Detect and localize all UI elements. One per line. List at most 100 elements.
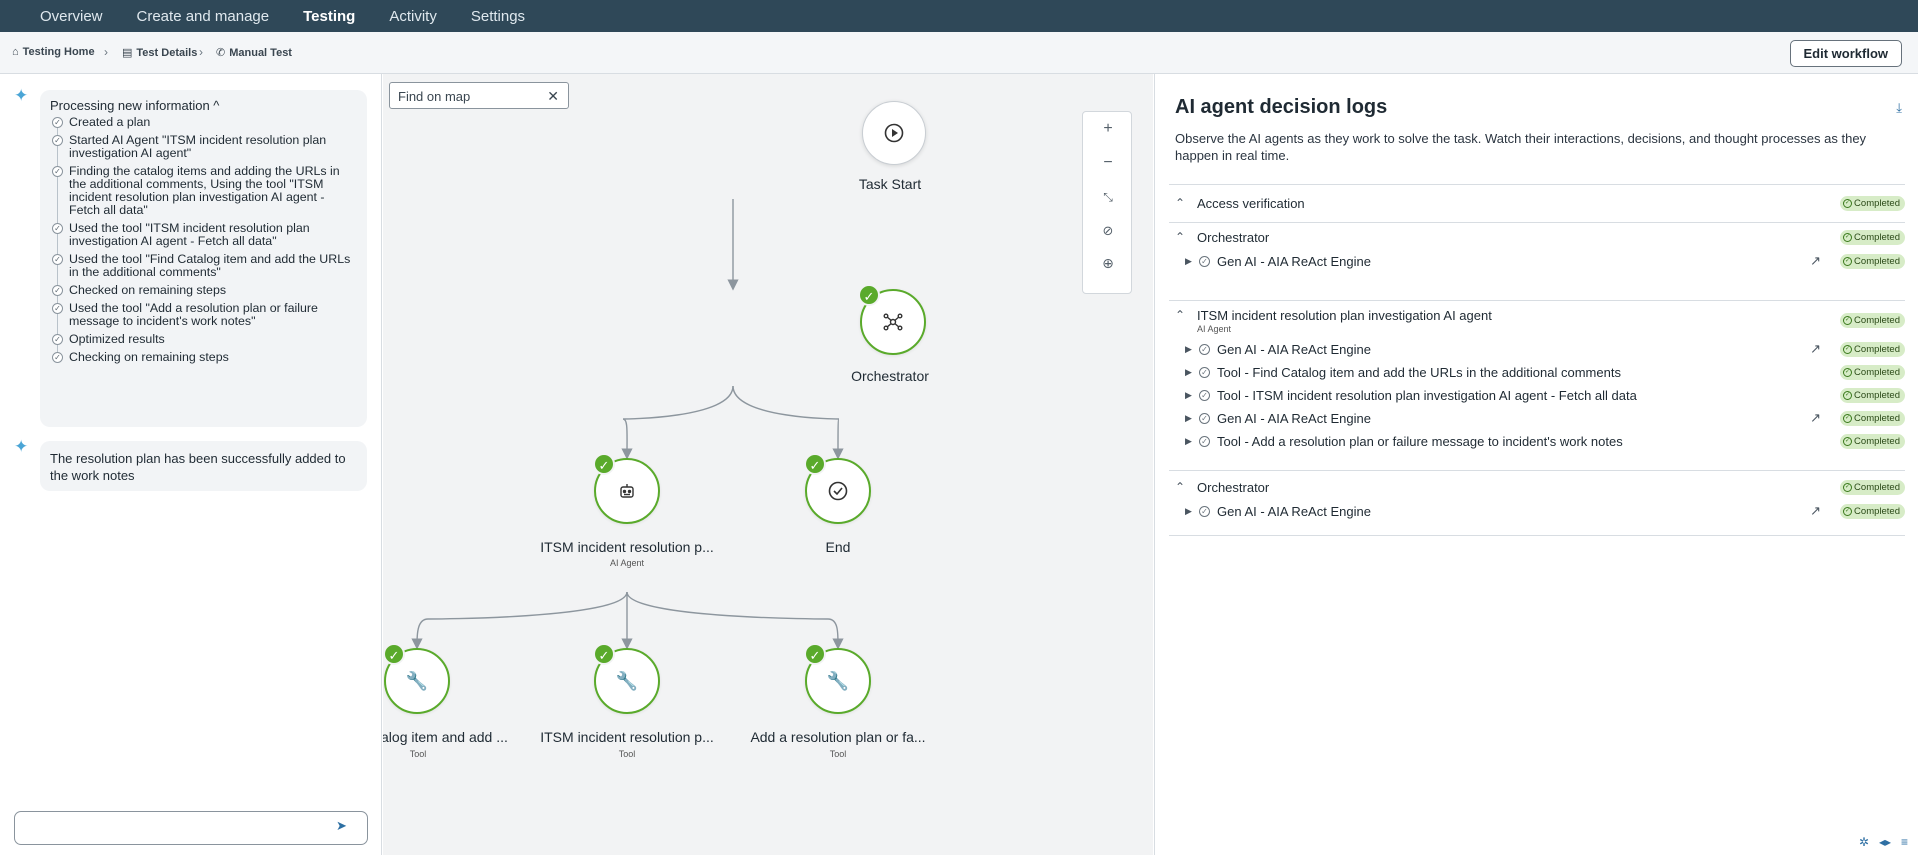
caret-right-icon[interactable]: ▶ [1185,506,1192,517]
breadcrumb-manual-test: ✆ Manual Test [216,46,292,60]
list-item: ✓ Checking on remaining steps [52,351,357,364]
hide-icon[interactable]: ⊘ [1083,223,1133,239]
play-icon [863,102,925,164]
log-row[interactable]: ▶ ✓ Tool - ITSM incident resolution plan… [1169,387,1905,409]
log-row[interactable]: ⌃ Access verification ✓ Completed [1169,195,1905,217]
list-item: ✓ Checked on remaining steps [52,284,357,297]
node-label: Orchestrator [851,368,929,384]
edge-orchestrator-end [732,385,844,460]
zoom-out-icon[interactable]: − [1083,154,1133,172]
log-row[interactable]: ▶ ✓ Gen AI - AIA ReAct Engine ↗ ✓ Complet… [1169,253,1905,275]
list-item: ✓ Created a plan [52,116,357,129]
panel-footer-icons: ✲ ◂▸ ≡ [1859,835,1908,849]
top-nav: Overview Create and manage Testing Activ… [0,0,1918,32]
workflow-map[interactable]: Find on map ✕ + − ⤡ ⊘ ⊕ Task Start ✓ Orc… [383,74,1153,855]
caret-right-icon[interactable]: ▶ [1185,367,1192,378]
node-type-label: Tool [618,749,636,759]
status-badge: ✓ Completed [1840,313,1905,328]
check-circle-icon: ✓ [52,166,63,177]
breadcrumb-testing-home[interactable]: ⌂ Testing Home [12,46,95,58]
chat-panel: ✦ Processing new information ^ ✓ Created … [0,74,382,855]
close-icon[interactable]: ✕ [547,88,559,105]
check-icon: ✓ [1843,391,1853,400]
check-badge-icon: ✓ [593,643,615,665]
nav-testing[interactable]: Testing [303,8,355,25]
node-type-label: Tool [829,749,847,759]
network-icon[interactable]: ✲ [1859,835,1869,849]
send-icon[interactable]: ➤ [336,818,347,834]
node-task-start[interactable] [862,101,926,165]
check-badge-icon: ✓ [804,453,826,475]
check-circle-icon: ✓ [1199,256,1210,267]
check-circle-icon: ✓ [1199,367,1210,378]
caret-right-icon[interactable]: ▶ [1185,256,1192,267]
log-row[interactable]: ⌃ ITSM incident resolution plan investig… [1169,307,1905,337]
check-circle-icon: ✓ [52,303,63,314]
node-type-label: Tool [409,749,427,759]
breadcrumb-test-details[interactable]: ▤ Test Details [122,46,197,60]
check-circle-icon: ✓ [1199,506,1210,517]
check-icon: ✓ [1843,345,1853,354]
processing-title[interactable]: Processing new information ^ [50,98,357,113]
chevron-up-icon[interactable]: ⌃ [1175,230,1185,244]
log-row[interactable]: ▶ ✓ Tool - Find Catalog item and add the… [1169,364,1905,386]
fit-view-icon[interactable]: ⤡ [1083,190,1133,205]
node-label: Task Start [858,176,922,192]
chat-input[interactable] [14,811,368,845]
check-circle-icon: ✓ [52,352,63,363]
log-row[interactable]: ▶ ✓ Gen AI - AIA ReAct Engine ↗ ✓ Complet… [1169,341,1905,363]
find-on-map-input[interactable]: Find on map ✕ [389,82,569,109]
check-circle-icon: ✓ [1199,344,1210,355]
status-badge: ✓ Completed [1840,342,1905,357]
node-type-label: AI Agent [609,558,645,568]
caret-right-icon[interactable]: ▶ [1185,436,1192,447]
list-item: ✓ Optimized results [52,333,357,346]
status-badge: ✓ Completed [1840,411,1905,426]
status-badge: ✓ Completed [1840,254,1905,269]
nav-settings[interactable]: Settings [471,8,525,25]
external-link-icon[interactable]: ↗ [1810,341,1821,357]
list-view-icon[interactable]: ≡ [1901,835,1908,849]
external-link-icon[interactable]: ↗ [1810,503,1821,519]
log-row[interactable]: ▶ ✓ Gen AI - AIA ReAct Engine ↗ ✓ Complet… [1169,410,1905,432]
caret-right-icon[interactable]: ▶ [1185,344,1192,355]
log-row[interactable]: ⌃ Orchestrator ✓ Completed [1169,479,1905,501]
check-icon: ✓ [1843,257,1853,266]
status-badge: ✓ Completed [1840,230,1905,245]
check-circle-icon: ✓ [52,117,63,128]
zoom-in-icon[interactable]: + [1083,120,1133,138]
phone-icon: ✆ [216,47,226,59]
edit-workflow-button[interactable]: Edit workflow [1789,40,1902,67]
check-icon: ✓ [1843,507,1853,516]
log-row[interactable]: ⌃ Orchestrator ✓ Completed [1169,229,1905,251]
check-icon: ✓ [1843,414,1853,423]
check-circle-icon: ✓ [52,254,63,265]
list-item: ✓ Started AI Agent "ITSM incident resolut… [52,134,357,160]
nav-overview[interactable]: Overview [40,8,103,25]
node-label: ITSM incident resolution p... [540,539,714,555]
split-view-icon[interactable]: ◂▸ [1879,835,1891,849]
list-item: ✓ Used the tool "Add a resolution plan or… [52,302,357,328]
check-circle-icon: ✓ [1199,390,1210,401]
chevron-up-icon[interactable]: ⌃ [1175,196,1185,210]
ai-sparkle-icon: ✦ [14,86,29,105]
chevron-up-icon[interactable]: ⌃ [1175,480,1185,494]
node-label: Add a resolution plan or fa... [750,729,926,745]
caret-right-icon[interactable]: ▶ [1185,413,1192,424]
log-row[interactable]: ▶ ✓ Gen AI - AIA ReAct Engine ↗ ✓ Complet… [1169,503,1905,525]
status-badge: ✓ Completed [1840,388,1905,403]
nav-activity[interactable]: Activity [389,8,437,25]
caret-right-icon[interactable]: ▶ [1185,390,1192,401]
download-icon[interactable]: ⤓ [1896,100,1902,116]
status-badge: ✓ Completed [1840,196,1905,211]
external-link-icon[interactable]: ↗ [1810,253,1821,269]
status-badge: ✓ Completed [1840,365,1905,380]
status-badge: ✓ Completed [1840,480,1905,495]
log-section-orchestrator: ⌃ Orchestrator ✓ Completed ▶ ✓ Gen AI - A… [1169,222,1905,288]
check-icon: ✓ [1843,316,1853,325]
log-row[interactable]: ▶ ✓ Tool - Add a resolution plan or fail… [1169,433,1905,455]
nav-create-and-manage[interactable]: Create and manage [137,8,270,25]
center-icon[interactable]: ⊕ [1083,255,1133,272]
chevron-up-icon[interactable]: ⌃ [1175,308,1185,322]
external-link-icon[interactable]: ↗ [1810,410,1821,426]
